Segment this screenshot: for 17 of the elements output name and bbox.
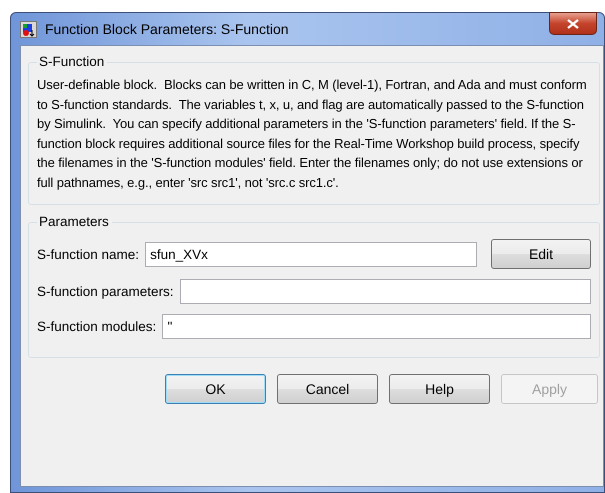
window-title: Function Block Parameters: S-Function <box>45 21 289 37</box>
text-field[interactable]: '' <box>162 314 591 339</box>
field-label: S-function name: <box>37 246 140 262</box>
group-title: Parameters <box>37 214 112 229</box>
field-label: S-function modules: <box>37 319 156 334</box>
text-field[interactable]: sfun_XVx <box>145 242 477 266</box>
description-text: User-definable block. Blocks can be written in C, M (level-1), Fortran, and Ada and must conform to S-function standards. The variables t, x, u, and flag are automatically passed to the S-function by Simulink. You can specify additional parameters in the 'S-function parameters' field. If the S-function block requires additional source files for the Real-Time Workshop build process, specify the filenames in the 'S-function modules' field. Enter the filenames only; do not use extensions or full pathnames, e.g., enter 'src src1', not 'src.c src1.c'. <box>37 76 588 192</box>
text-field[interactable] <box>180 279 591 304</box>
edit-button[interactable]: Edit <box>491 239 591 269</box>
dialog-button[interactable]: OK <box>165 374 266 404</box>
dialog-button[interactable]: Help <box>389 374 490 404</box>
close-button[interactable] <box>549 12 597 35</box>
dialog-button[interactable]: Cancel <box>277 374 378 404</box>
field-label: S-function parameters: <box>37 284 174 299</box>
close-icon <box>567 18 579 28</box>
group-title: S-Function <box>37 54 108 69</box>
block-icon <box>20 20 37 38</box>
